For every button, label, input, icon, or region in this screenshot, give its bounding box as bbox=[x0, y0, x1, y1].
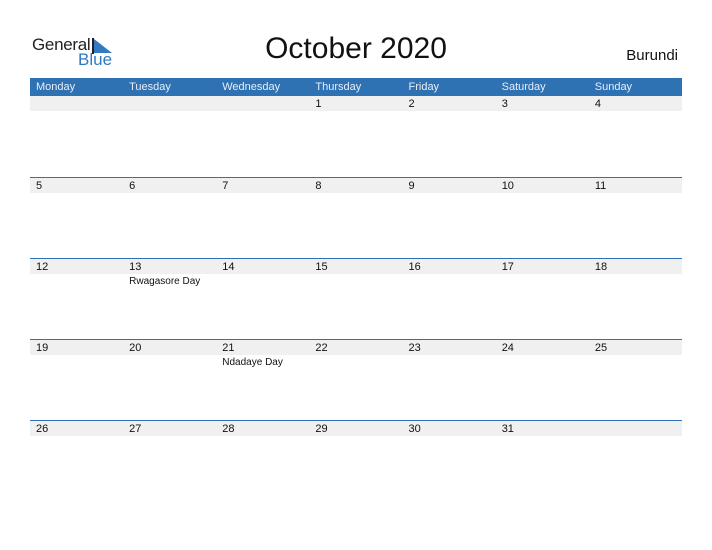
day-number: 29 bbox=[315, 423, 328, 435]
weekday-header: Monday Tuesday Wednesday Thursday Friday… bbox=[30, 78, 682, 96]
weekday-tuesday: Tuesday bbox=[129, 81, 171, 93]
day-number: 20 bbox=[129, 342, 142, 354]
calendar-title: October 2020 bbox=[265, 32, 447, 65]
day-cell: 26 bbox=[30, 420, 123, 501]
week-row: 26 27 28 29 30 31 bbox=[30, 420, 682, 501]
day-cell: 5 bbox=[30, 177, 123, 258]
day-number: 12 bbox=[36, 261, 49, 273]
week-row: 1 2 3 4 bbox=[30, 96, 682, 177]
day-number: 30 bbox=[408, 423, 421, 435]
day-number: 27 bbox=[129, 423, 142, 435]
day-cell: 21 Ndadaye Day bbox=[216, 339, 309, 420]
day-cell: 15 bbox=[309, 258, 402, 339]
day-number: 6 bbox=[129, 180, 136, 192]
day-cell: 7 bbox=[216, 177, 309, 258]
day-cell: 22 bbox=[309, 339, 402, 420]
day-number: 21 bbox=[222, 342, 235, 354]
day-number: 25 bbox=[594, 342, 608, 354]
day-cell: 20 bbox=[123, 339, 216, 420]
day-number: 10 bbox=[501, 180, 514, 192]
day-number: 9 bbox=[408, 180, 415, 192]
day-number: 15 bbox=[315, 261, 328, 273]
weekday-friday: Friday bbox=[408, 81, 440, 93]
day-cell: 6 bbox=[123, 177, 216, 258]
day-cell: 28 bbox=[216, 420, 309, 501]
weekday-thursday: Thursday bbox=[315, 81, 362, 93]
day-cell: 16 bbox=[403, 258, 496, 339]
day-cell: 29 bbox=[309, 420, 402, 501]
day-number: 18 bbox=[594, 261, 608, 273]
week-row: 5 6 7 8 9 10 11 bbox=[30, 177, 682, 258]
day-cell: 12 bbox=[30, 258, 123, 339]
day-number: 2 bbox=[408, 98, 415, 110]
day-cell: 4 bbox=[589, 96, 682, 177]
week-row: 12 13 Rwagasore Day 14 15 16 17 18 bbox=[30, 258, 682, 339]
day-cell: 14 bbox=[216, 258, 309, 339]
day-cell: 31 bbox=[496, 420, 589, 501]
day-number: 1 bbox=[315, 98, 322, 110]
day-cell: 27 bbox=[123, 420, 216, 501]
weekday-monday: Monday bbox=[36, 81, 76, 93]
day-number: 28 bbox=[222, 423, 235, 435]
day-cell: 3 bbox=[496, 96, 589, 177]
day-number: 19 bbox=[36, 342, 49, 354]
day-number: 24 bbox=[501, 342, 514, 354]
day-cell: 13 Rwagasore Day bbox=[123, 258, 216, 339]
day-cell: 19 bbox=[30, 339, 123, 420]
day-cell: 17 bbox=[496, 258, 589, 339]
weekday-sunday: Sunday bbox=[594, 81, 633, 93]
day-cell: 10 bbox=[496, 177, 589, 258]
day-number: 3 bbox=[501, 98, 508, 110]
day-cell: 2 bbox=[403, 96, 496, 177]
country-label: Burundi bbox=[626, 47, 678, 64]
day-number: 11 bbox=[594, 180, 607, 192]
day-cell: 23 bbox=[403, 339, 496, 420]
day-number: 8 bbox=[315, 180, 322, 192]
day-number: 17 bbox=[501, 261, 514, 273]
day-cell bbox=[216, 96, 309, 177]
day-cell: 24 bbox=[496, 339, 589, 420]
day-number: 31 bbox=[501, 423, 514, 435]
day-cell: 11 bbox=[589, 177, 682, 258]
day-cell: 8 bbox=[309, 177, 402, 258]
day-number: 13 bbox=[129, 261, 142, 273]
day-number: 23 bbox=[408, 342, 421, 354]
day-cell: 30 bbox=[403, 420, 496, 501]
day-cell: 25 bbox=[589, 339, 682, 420]
day-number: 5 bbox=[36, 180, 43, 192]
day-number: 16 bbox=[408, 261, 421, 273]
day-cell: 18 bbox=[589, 258, 682, 339]
day-cell: 1 bbox=[309, 96, 402, 177]
day-cell bbox=[589, 420, 682, 501]
day-number: 7 bbox=[222, 180, 229, 192]
day-number: 22 bbox=[315, 342, 328, 354]
day-cell bbox=[123, 96, 216, 177]
holiday-label: Ndadaye Day bbox=[222, 357, 283, 368]
day-cell bbox=[30, 96, 123, 177]
day-number: 26 bbox=[36, 423, 49, 435]
day-number: 4 bbox=[594, 98, 601, 110]
holiday-label: Rwagasore Day bbox=[129, 276, 201, 287]
weekday-wednesday: Wednesday bbox=[222, 81, 281, 93]
day-cell: 9 bbox=[403, 177, 496, 258]
week-row: 19 20 21 Ndadaye Day 22 23 24 25 bbox=[30, 339, 682, 420]
day-number: 14 bbox=[222, 261, 235, 273]
weekday-saturday: Saturday bbox=[501, 81, 546, 93]
